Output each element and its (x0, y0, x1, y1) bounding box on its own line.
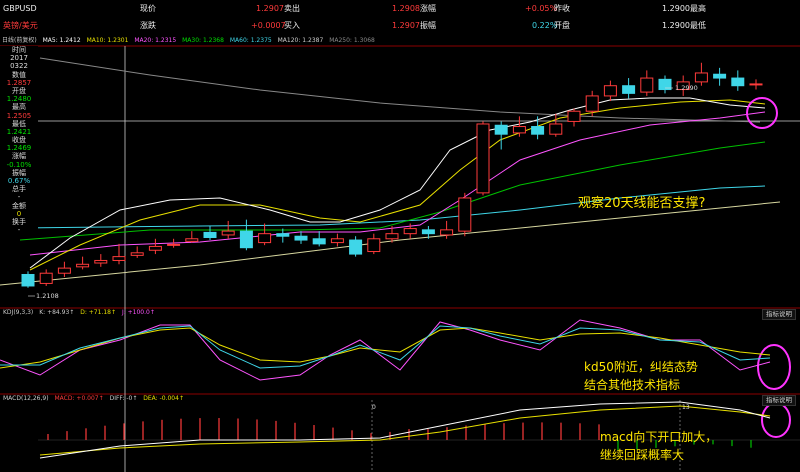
low-price-label: 1.2108 (36, 292, 59, 300)
candle-up[interactable] (94, 259, 108, 264)
candle-up[interactable] (367, 238, 381, 253)
annotation-kdj-2: 结合其他技术指标 (584, 378, 681, 392)
side-panel-item: - (17, 193, 21, 202)
kdj-k-value: K: +84.93↑ (39, 309, 75, 316)
annotation-kdj-1: kd50附近，纠结态势 (584, 360, 698, 374)
side-panel-item: 1.2421 (6, 127, 32, 136)
side-panel-item: 0.67% (7, 177, 31, 185)
candle-down[interactable] (276, 233, 290, 237)
candle-up[interactable] (694, 72, 708, 83)
kdj-d-value: D: +71.18↑ (80, 309, 117, 316)
side-panel-item: - (17, 226, 21, 235)
candle-down[interactable] (239, 230, 253, 249)
candle-up[interactable] (567, 110, 581, 122)
side-panel-item: 收盘 (12, 136, 26, 145)
macd-marker-label: 13 (682, 404, 690, 411)
kdj-header: KDJ(9,3,3) K: +84.93↑ D: +71.18↑ J: +100… (3, 309, 159, 316)
candle-down[interactable] (349, 239, 363, 255)
candle-down[interactable] (494, 124, 508, 135)
side-panel-item: 最低 (12, 119, 26, 128)
side-panel-item: 总手 (12, 185, 26, 194)
macd-dea-value: DEA: -0.004↑ (143, 395, 184, 402)
kdj-j-value: J: +100.0↑ (121, 309, 155, 316)
candlestick-series (21, 62, 763, 288)
side-panel-item: 最高 (12, 103, 26, 112)
candle-up[interactable] (148, 245, 162, 251)
candle-up[interactable] (167, 243, 181, 246)
candle-up[interactable] (749, 83, 763, 86)
candle-down[interactable] (421, 229, 435, 235)
highlight-circle-macd (761, 402, 791, 438)
macd-help-button[interactable]: 指标说明 (762, 395, 796, 406)
highlight-circle-main (746, 97, 778, 129)
candle-down[interactable] (312, 238, 326, 245)
candle-up[interactable] (476, 123, 490, 194)
candle-up[interactable] (76, 263, 90, 268)
side-panel-item: 0 (16, 209, 22, 218)
candle-down[interactable] (531, 126, 545, 135)
side-panel-item: 2017 (10, 54, 28, 63)
highlight-circle-kdj (757, 344, 791, 390)
candle-up[interactable] (221, 230, 235, 236)
candle-up[interactable] (258, 233, 272, 244)
macd-diff-value: DIFF: -0↑ (109, 395, 138, 402)
candle-up[interactable] (385, 233, 399, 240)
candle-up[interactable] (112, 256, 126, 261)
candle-down[interactable] (713, 73, 727, 79)
candle-down[interactable] (622, 85, 636, 94)
candle-up[interactable] (440, 229, 454, 236)
ma120-line (0, 201, 781, 286)
candle-up[interactable] (549, 123, 563, 135)
ma5-line (29, 97, 766, 269)
kdj-title[interactable]: KDJ(9,3,3) (3, 309, 33, 316)
side-panel-item: 1.2505 (6, 111, 32, 120)
macd-zero-label: 0 (372, 404, 376, 411)
candle-up[interactable] (57, 267, 71, 274)
candle-up[interactable] (130, 252, 144, 256)
side-panel-item: 振幅 (12, 168, 26, 177)
candle-up[interactable] (39, 272, 53, 284)
kdj-help-button[interactable]: 指标说明 (762, 309, 796, 320)
side-panel-item: 开盘 (12, 86, 26, 95)
side-panel-item: 0322 (10, 62, 28, 71)
candle-up[interactable] (185, 238, 199, 242)
side-panel-item: 涨幅 (12, 152, 26, 161)
macd-value: MACD: +0.007↑ (54, 395, 104, 402)
candle-down[interactable] (731, 77, 745, 87)
macd-title[interactable]: MACD(12,26,9) (3, 395, 49, 402)
side-panel-item: 时间 (12, 46, 26, 54)
macd-header: MACD(12,26,9) MACD: +0.007↑ DIFF: -0↑ DE… (3, 395, 188, 402)
candle-down[interactable] (203, 231, 217, 239)
candle-up[interactable] (585, 95, 599, 112)
candle-up[interactable] (403, 228, 417, 235)
annotation-macd-1: macd向下开口加大， (600, 430, 718, 444)
candle-down[interactable] (21, 273, 35, 287)
candle-up[interactable] (458, 197, 472, 232)
side-panel-item: -0.10% (6, 160, 32, 169)
side-panel-item: 金额 (12, 201, 26, 210)
candle-down[interactable] (294, 235, 308, 241)
candle-up[interactable] (330, 238, 344, 244)
data-side-panel: 时间 2017 0322 数值 1.2857 开盘 1.2480 最高 1.2505 最低 1.24… (0, 46, 38, 235)
annotation-macd-2: 继续回踩概率大 (600, 448, 685, 462)
candle-up[interactable] (603, 85, 617, 97)
side-panel-item: 换手 (12, 217, 26, 226)
candle-up[interactable] (512, 126, 526, 134)
annotation-main: 观察20天线能否支撑? (578, 196, 706, 211)
ma30-line (19, 141, 766, 241)
high-price-label: 1.2990 (675, 84, 698, 92)
candle-up[interactable] (640, 77, 654, 93)
side-panel-item: 1.2857 (6, 78, 32, 87)
side-panel-item: 数值 (12, 70, 26, 79)
